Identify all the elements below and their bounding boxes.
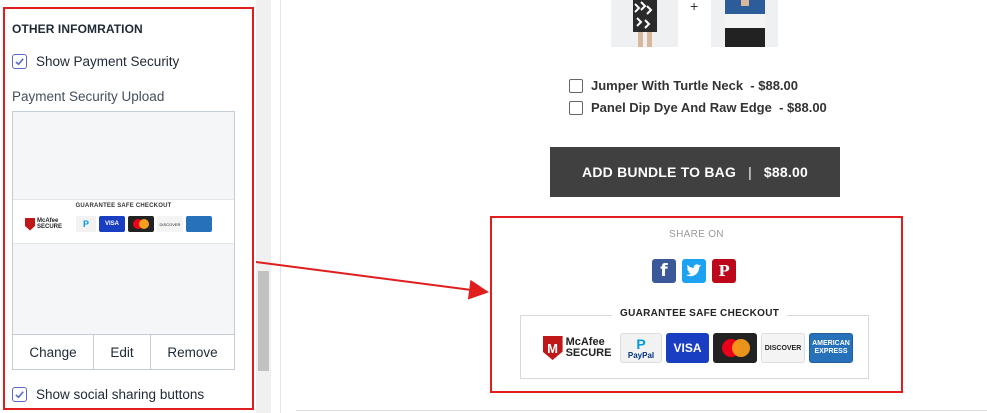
product-image-jumper[interactable]	[611, 0, 678, 47]
bundle-item-row[interactable]: Jumper With Turtle Neck - $88.00	[569, 78, 798, 93]
highlight-box-left	[3, 7, 254, 410]
bundle-item-price: - $88.00	[779, 100, 827, 115]
bundle-button-label: ADD BUNDLE TO BAG	[582, 164, 737, 180]
preview-bottom-divider	[296, 410, 987, 411]
bundle-item-price: - $88.00	[750, 78, 798, 93]
bundle-item-checkbox[interactable]	[569, 100, 583, 115]
bundle-item-name: Jumper With Turtle Neck	[591, 78, 744, 93]
product-image-panel[interactable]	[711, 0, 778, 47]
scrollbar-thumb[interactable]	[258, 271, 269, 371]
panel-divider	[280, 0, 281, 413]
bundle-item-checkbox[interactable]	[569, 78, 583, 93]
bundle-item-row[interactable]: Panel Dip Dye And Raw Edge - $88.00	[569, 100, 827, 115]
bundle-item-name: Panel Dip Dye And Raw Edge	[591, 100, 772, 115]
bundle-button-price: $88.00	[763, 164, 808, 180]
bundle-button-separator: |	[748, 164, 752, 180]
add-bundle-to-bag-button[interactable]: ADD BUNDLE TO BAG | $88.00	[550, 147, 840, 197]
highlight-box-right	[490, 216, 903, 393]
bundle-plus-sign: +	[690, 0, 699, 14]
